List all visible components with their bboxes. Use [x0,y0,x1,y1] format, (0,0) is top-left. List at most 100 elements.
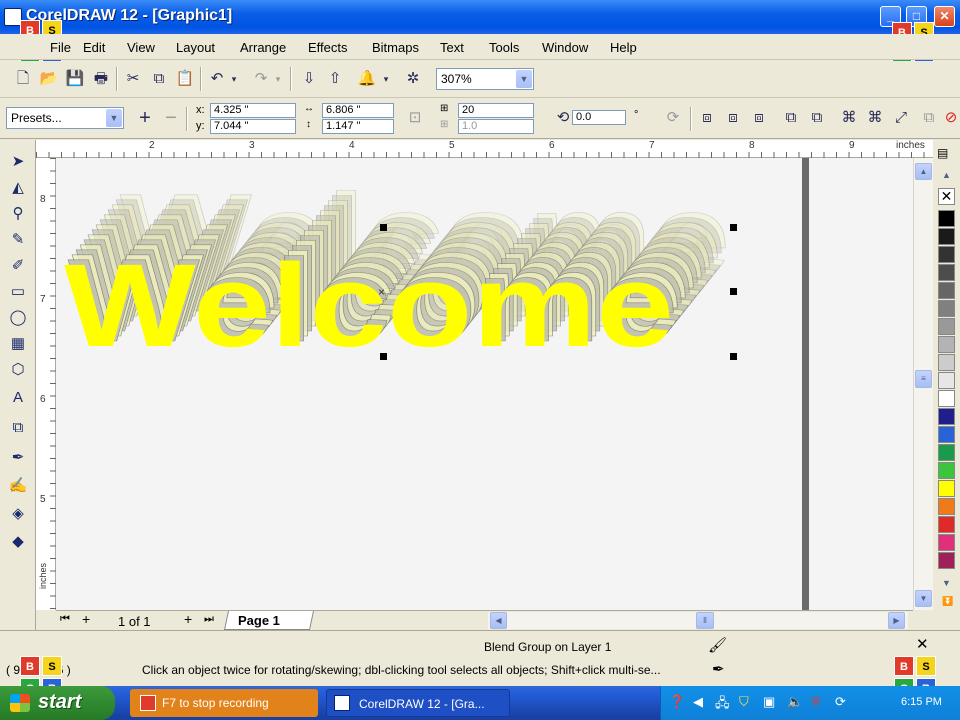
chevron-down-icon[interactable]: ▼ [516,70,532,88]
blend-direction-field[interactable]: 0.0 [572,110,626,125]
outline-tool-icon[interactable]: ✍ [6,474,30,498]
color-swatch[interactable] [938,372,955,389]
blend-steps-field[interactable]: 20 [458,103,534,118]
color-swatch[interactable] [938,228,955,245]
taskbar-item-coreldraw[interactable]: CorelDRAW 12 - [Gra... [326,689,510,717]
pick-tool-icon[interactable]: ➤ [6,150,30,174]
interactive-fill-tool-icon[interactable]: ◆ [6,530,30,554]
color-swatch[interactable] [938,444,955,461]
basic-shapes-tool-icon[interactable]: ⬡ [6,358,30,382]
undo-dropdown-icon[interactable]: ▾ [228,68,240,90]
open-folder-icon[interactable]: 📂 [38,68,60,90]
menu-text[interactable]: Text [440,40,464,55]
color-swatch[interactable] [938,498,955,515]
title-bar[interactable]: CorelDRAW 12 - [Graphic1] _ □ ✕ [0,0,960,34]
cut-icon[interactable]: ✂ [122,68,144,90]
scroll-up-icon[interactable]: ▲ [915,163,932,180]
color-swatch[interactable] [938,318,955,335]
palette-expand-icon[interactable]: ⏬ [942,596,953,607]
vertical-ruler[interactable]: 8 7 6 5 inches [36,158,56,610]
color-swatch[interactable] [938,210,955,227]
tray-help-icon[interactable]: ❓ [669,694,685,710]
paste-icon[interactable]: 📋 [174,68,196,90]
menu-arrange[interactable]: Arrange [240,40,286,55]
zoom-level-select[interactable]: 307% ▼ [436,68,534,90]
delete-preset-button[interactable]: − [160,107,182,129]
tray-security-icon[interactable]: ⛨ [811,694,821,710]
interactive-blend-tool-icon[interactable]: ⧉ [6,416,30,440]
color-swatch[interactable] [938,408,955,425]
smart-fill-tool-icon[interactable]: ✐ [6,254,30,278]
presets-select[interactable]: Presets... ▼ [6,107,124,129]
menu-layout[interactable]: Layout [176,40,215,55]
color-swatch[interactable] [938,480,955,497]
scroll-left-icon[interactable]: ◀ [490,612,507,629]
palette-menu-icon[interactable]: ▤ [937,146,948,160]
color-swatch[interactable] [938,282,955,299]
menu-window[interactable]: Window [542,40,588,55]
color-swatch[interactable] [938,426,955,443]
add-page-before-button[interactable]: + [82,611,90,627]
launcher-dropdown-icon[interactable]: ▾ [380,68,392,90]
rectangle-tool-icon[interactable]: ▭ [6,280,30,304]
text-tool-icon[interactable]: A [6,386,30,410]
y-position-field[interactable]: 7.044 " [210,119,296,134]
x-position-field[interactable]: 4.325 " [210,103,296,118]
welcome-text[interactable]: Welcome [64,240,674,372]
no-entry-icon[interactable]: ⊘ [940,107,960,129]
path-properties-icon[interactable]: ⌘ [838,107,860,129]
color-swatch[interactable] [938,336,955,353]
first-page-button[interactable]: ⏮ [60,613,70,626]
import-icon[interactable]: ⇩ [298,68,320,90]
export-icon[interactable]: ⇧ [324,68,346,90]
graph-paper-tool-icon[interactable]: ▦ [6,332,30,356]
redo-dropdown-icon[interactable]: ▾ [272,68,284,90]
width-field[interactable]: 6.806 " [322,103,394,118]
eyedropper-tool-icon[interactable]: ✒ [6,446,30,470]
add-page-after-button[interactable]: + [184,611,192,627]
tray-clock[interactable]: 6:15 PM [901,696,942,708]
acceleration-icon[interactable]: ⧈ [748,107,770,129]
new-document-icon[interactable]: 🗋 [12,68,34,90]
ellipse-tool-icon[interactable]: ◯ [6,306,30,330]
blend-objects-icon[interactable]: ⧈ [696,107,718,129]
horizontal-ruler[interactable]: 2 3 4 5 6 7 8 9 inches [36,140,933,158]
last-page-button[interactable]: ⏭ [204,613,214,626]
copy-blend-icon[interactable]: ⤢ [890,107,912,129]
color-swatch[interactable] [938,534,955,551]
color-swatch[interactable] [938,462,955,479]
color-swatch[interactable] [938,300,955,317]
application-launcher-icon[interactable]: 🔔 [356,68,378,90]
save-icon[interactable]: 💾 [64,68,86,90]
menu-bitmaps[interactable]: Bitmaps [372,40,419,55]
color-swatch[interactable] [938,354,955,371]
horizontal-scrollbar[interactable]: ◀ ⦀ ▶ [488,612,908,629]
menu-help[interactable]: Help [610,40,637,55]
clear-blend-icon[interactable]: ⧉ [918,107,940,129]
color-swatch[interactable] [938,552,955,569]
close-button[interactable]: ✕ [934,6,955,27]
menu-view[interactable]: View [127,40,155,55]
tray-back-icon[interactable]: ◀ [693,694,703,710]
tray-network-icon[interactable]: 🖧 [715,694,730,716]
lock-ratio-icon[interactable]: ⊡ [404,107,426,129]
menu-tools[interactable]: Tools [489,40,519,55]
loop-blend-icon[interactable]: ⟳ [662,107,684,129]
color-swatch[interactable] [938,264,955,281]
blend-artwork[interactable]: WelcomeWelcomeWelcomeWelcomeWelcomeWelco… [56,158,913,610]
height-field[interactable]: 1.147 " [322,119,394,134]
tray-display-icon[interactable]: ▣ [763,694,775,710]
print-icon[interactable]: 🖶 [90,68,112,90]
palette-scroll-down-icon[interactable]: ▼ [942,578,951,588]
vertical-scrollbar[interactable]: ▲ ≡ ▼ [913,158,933,610]
redo-icon[interactable]: ↷ [250,68,272,90]
fill-tool-icon[interactable]: ◈ [6,502,30,526]
scroll-down-icon[interactable]: ▼ [915,590,932,607]
zoom-tool-icon[interactable]: ⚲ [6,202,30,226]
menu-effects[interactable]: Effects [308,40,348,55]
blend-direction-icon[interactable]: ⟲ [552,107,574,129]
palette-scroll-up-icon[interactable]: ▲ [942,170,951,180]
chevron-down-icon[interactable]: ▼ [106,109,122,127]
taskbar-item-recorder[interactable]: F7 to stop recording [130,689,318,717]
menu-file[interactable]: File [50,40,71,55]
